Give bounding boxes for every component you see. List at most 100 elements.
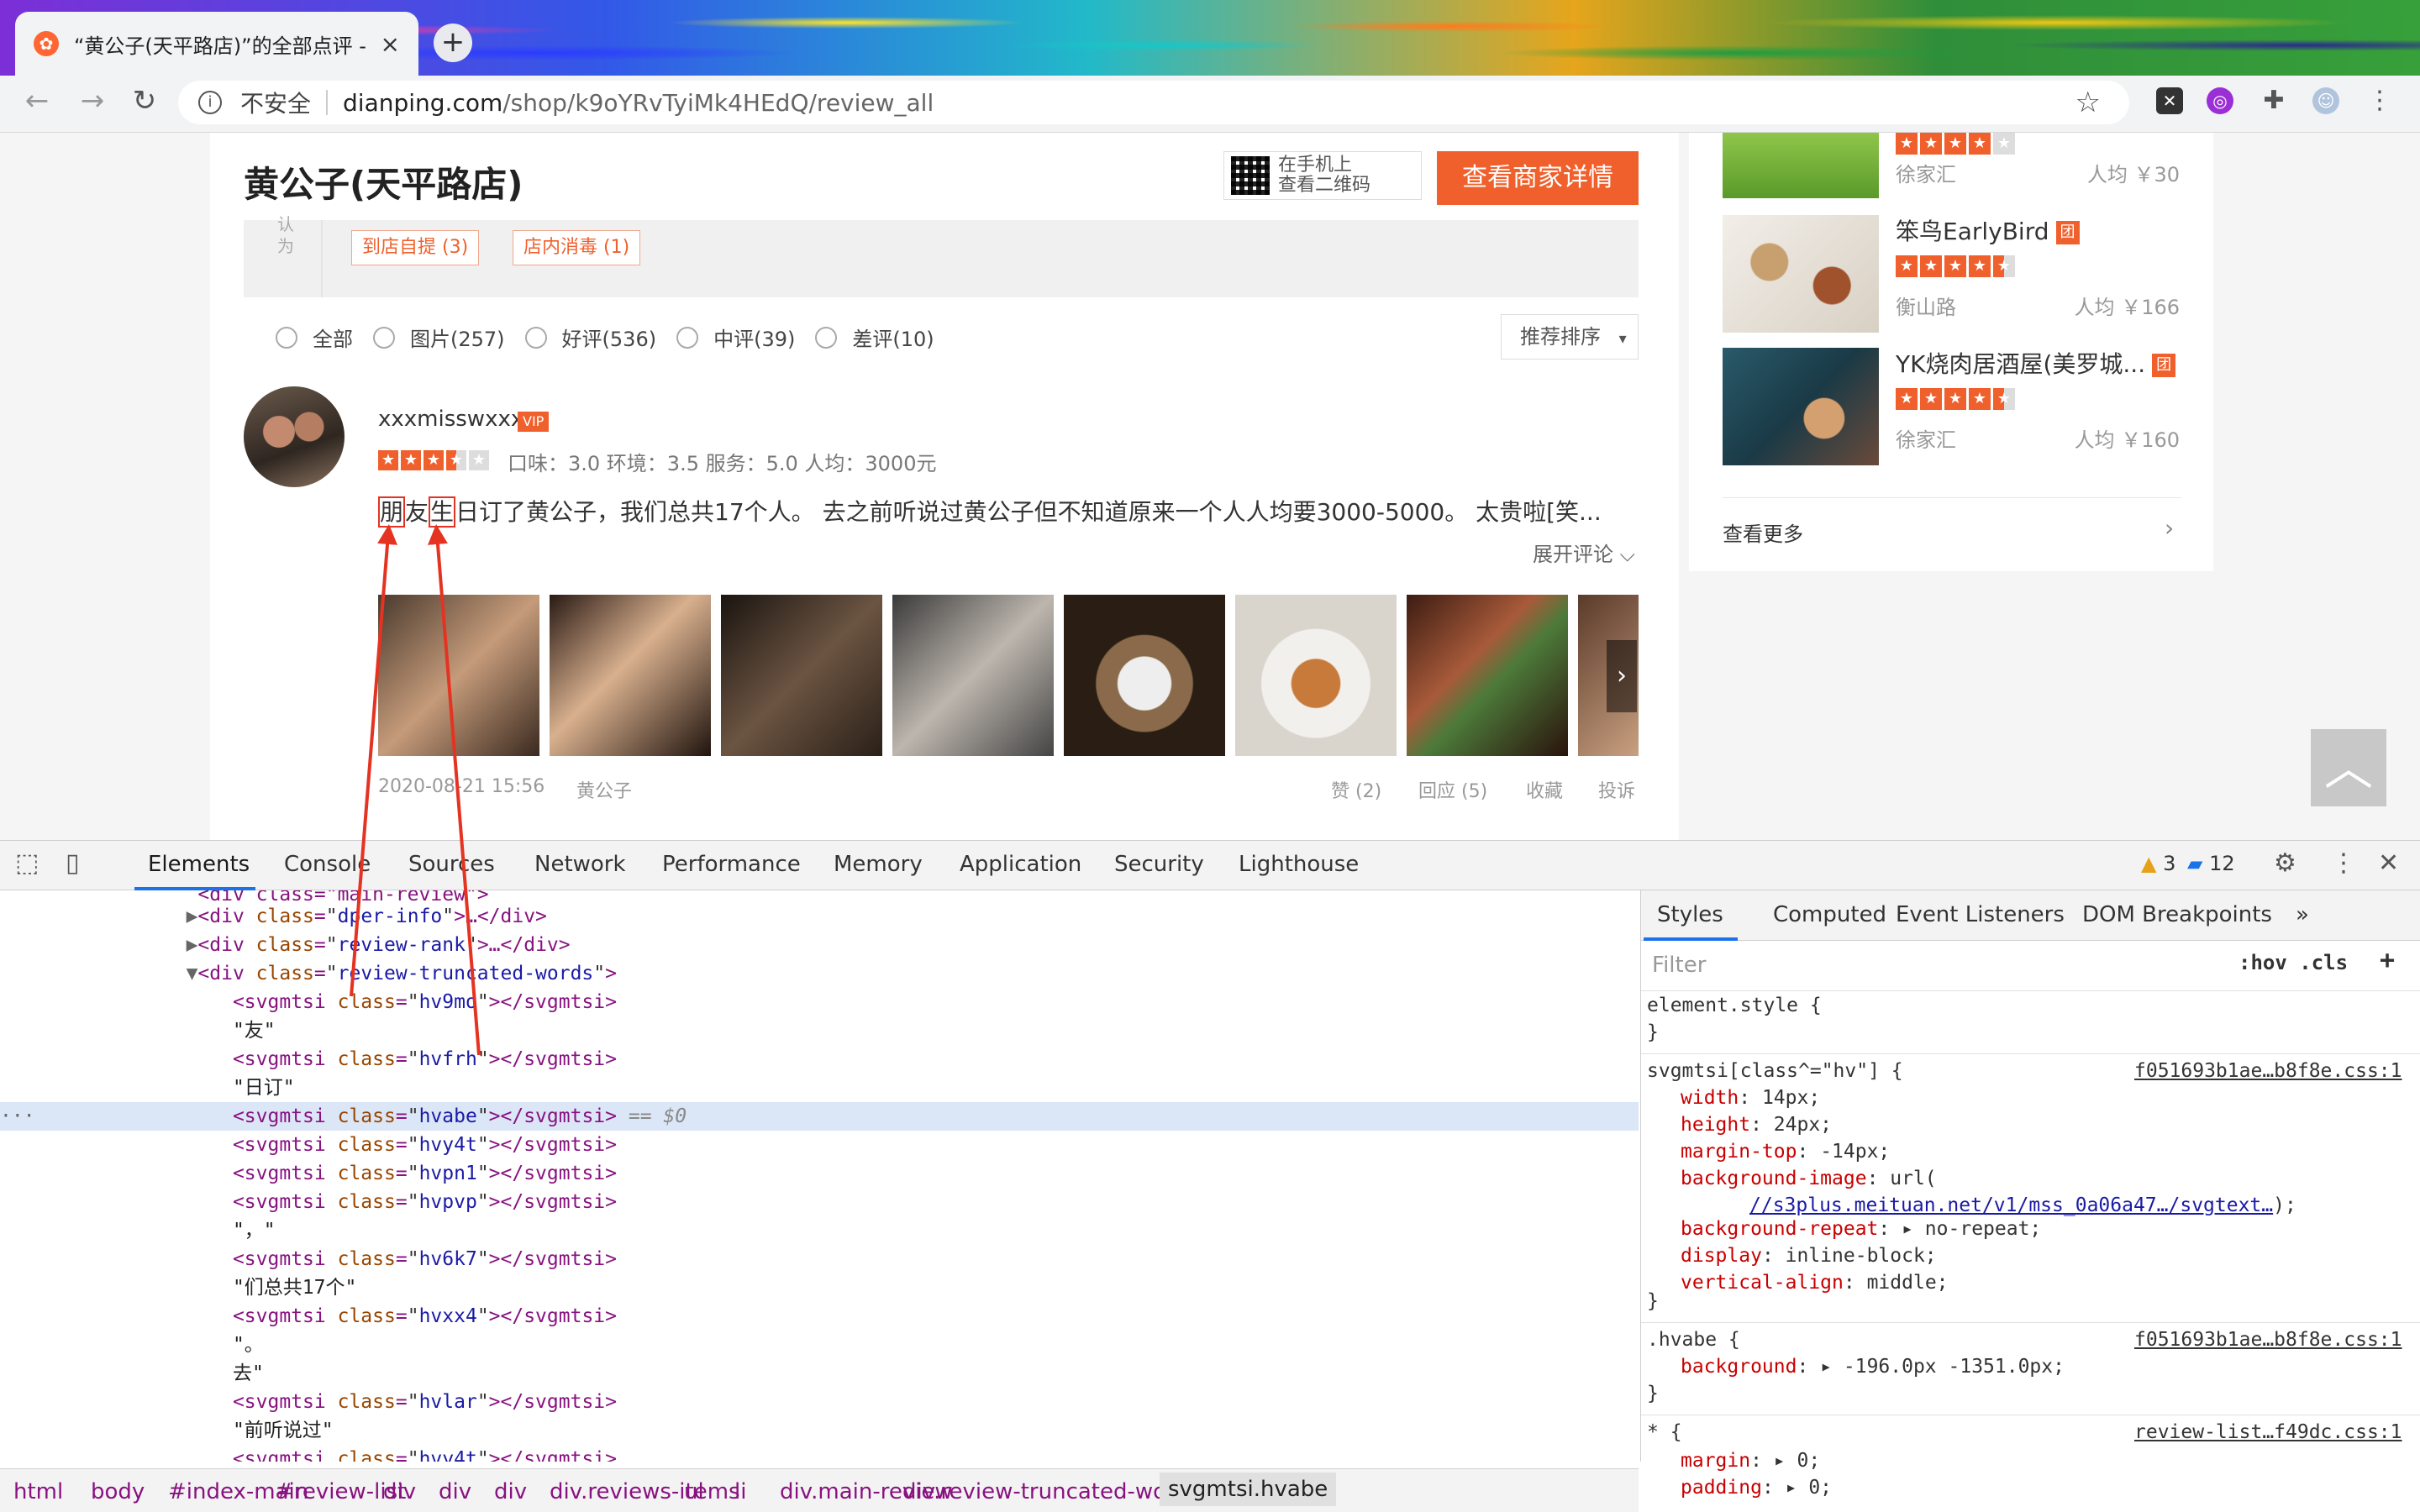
css-property[interactable]: background-repeat: ▸ no-repeat; <box>1681 1218 2041 1240</box>
rule-source-link[interactable]: f051693b1ae…b8f8e.css:1 <box>2134 1329 2402 1351</box>
tab-memory[interactable]: Memory <box>834 852 923 877</box>
filter-photos[interactable]: 图片(257) <box>373 323 505 352</box>
filter-medium[interactable]: 中评(39) <box>676 323 795 352</box>
back-icon[interactable]: ← <box>17 84 57 118</box>
svg-text-url-link[interactable]: //s3plus.meituan.net/v1/mss_0a06a47…/svg… <box>1749 1194 2273 1216</box>
tab-lighthouse[interactable]: Lighthouse <box>1239 852 1359 877</box>
issues-counter[interactable]: ▲ 3 ▰ 12 <box>2141 852 2235 875</box>
extensions-puzzle-icon[interactable]: ✚ <box>2260 87 2287 114</box>
css-property[interactable]: width: 14px; <box>1681 1087 1820 1109</box>
dom-node[interactable]: ▶<div class="review-rank">…</div> <box>0 931 1639 959</box>
next-photo-arrow-icon[interactable]: › <box>1607 640 1637 712</box>
tab-computed[interactable]: Computed <box>1773 902 1886 927</box>
shop-name[interactable]: 笨鸟EarlyBird 团 <box>1896 213 2080 247</box>
dom-node[interactable]: <svgmtsi class="hv9mo"></svgmtsi> <box>0 988 1639 1016</box>
css-property[interactable]: padding: ▸ 0; <box>1681 1477 1832 1499</box>
dom-node[interactable]: <svgmtsi class="hvy4t"></svgmtsi> <box>0 1131 1639 1159</box>
close-devtools-icon[interactable]: ✕ <box>2378 848 2399 878</box>
browser-menu-icon[interactable]: ⋮ <box>2366 87 2393 114</box>
tag-pickup[interactable]: 到店自提 (3) <box>351 230 480 265</box>
tag-disinfect[interactable]: 店内消毒 (1) <box>513 230 641 265</box>
dom-text-node[interactable]: "们总共17个" <box>0 1273 1639 1302</box>
css-property[interactable]: display: inline-block; <box>1681 1245 1937 1267</box>
elements-tree[interactable]: <div class="main-review"> ▶<div class="d… <box>0 890 1639 1462</box>
extension-circle-icon[interactable]: ◎ <box>2207 87 2233 114</box>
new-tab-button[interactable]: + <box>434 24 472 62</box>
shop-thumbnail[interactable] <box>1723 133 1879 198</box>
expand-review-link[interactable]: 展开评论 ⌵ <box>1533 538 1635 567</box>
filter-good[interactable]: 好评(536) <box>524 323 656 352</box>
like-button[interactable]: 赞 (2) <box>1331 776 1381 803</box>
dom-text-node[interactable]: "友" <box>0 1016 1639 1045</box>
device-toolbar-icon[interactable]: ▯ <box>66 848 80 878</box>
breadcrumb-item[interactable]: ul <box>684 1479 704 1504</box>
bookmark-star-icon[interactable]: ☆ <box>2075 86 2101 119</box>
review-photo[interactable] <box>1064 595 1225 756</box>
rule-source-link[interactable]: f051693b1ae…b8f8e.css:1 <box>2134 1060 2402 1082</box>
breadcrumb-item[interactable]: div.review-truncated-words <box>902 1479 1200 1504</box>
qr-code-box[interactable]: 在手机上 查看二维码 <box>1223 151 1422 200</box>
view-more-link[interactable]: 查看更多 <box>1723 517 1803 547</box>
review-photo[interactable] <box>721 595 882 756</box>
address-bar[interactable]: i 不安全 dianping.com /shop/k9oYRvTyiMk4HEd… <box>178 81 2129 124</box>
dom-node[interactable]: <svgmtsi class="hvpn1"></svgmtsi> <box>0 1159 1639 1188</box>
chevron-right-icon[interactable]: › <box>2165 514 2174 542</box>
dom-node[interactable]: <svgmtsi class="hvlar"></svgmtsi> <box>0 1388 1639 1416</box>
forward-icon[interactable]: → <box>72 84 113 118</box>
breadcrumb-item[interactable]: body <box>91 1479 145 1504</box>
hov-cls-toggles[interactable]: :hov .cls <box>2238 951 2348 974</box>
back-to-top-button[interactable]: ︿ <box>2311 729 2386 806</box>
sort-dropdown[interactable]: 推荐排序 ▾ <box>1501 314 1639 360</box>
reload-icon[interactable]: ↻ <box>124 84 165 118</box>
dom-text-node[interactable]: "日订" <box>0 1074 1639 1102</box>
review-photo[interactable] <box>892 595 1054 756</box>
dom-node[interactable]: <svgmtsi class="hvxx4"></svgmtsi> <box>0 1302 1639 1331</box>
breadcrumb-item[interactable]: div.reviews-items <box>550 1479 740 1504</box>
background-image-url[interactable]: //s3plus.meituan.net/v1/mss_0a06a47…/svg… <box>1749 1194 2296 1216</box>
dom-node[interactable]: <svgmtsi class="hvfrh"></svgmtsi> <box>0 1045 1639 1074</box>
filter-bad[interactable]: 差评(10) <box>815 323 934 352</box>
dom-node[interactable]: <svgmtsi class="hvy4t"></svgmtsi> <box>0 1445 1639 1462</box>
dom-text-node[interactable]: 去" <box>0 1359 1639 1388</box>
review-shop-ref[interactable]: 黄公子 <box>576 776 632 803</box>
dom-node[interactable]: <svgmtsi class="hv6k7"></svgmtsi> <box>0 1245 1639 1273</box>
username[interactable]: xxxmisswxxx <box>378 407 523 432</box>
dom-text-node[interactable]: "。 <box>0 1331 1639 1359</box>
rule-source-link[interactable]: review-list…f49dc.css:1 <box>2134 1421 2402 1443</box>
css-property[interactable]: vertical-align: middle; <box>1681 1272 1949 1294</box>
tab-application[interactable]: Application <box>960 852 1081 877</box>
css-property[interactable]: background: ▸ -196.0px -1351.0px; <box>1681 1356 2065 1378</box>
css-property[interactable]: margin-top: -14px; <box>1681 1141 1890 1163</box>
shop-thumbnail[interactable] <box>1723 348 1879 465</box>
view-shop-details-button[interactable]: 查看商家详情 <box>1437 151 1639 205</box>
reply-button[interactable]: 回应 (5) <box>1418 776 1487 803</box>
review-photo[interactable] <box>1235 595 1397 756</box>
css-property[interactable]: margin: ▸ 0; <box>1681 1450 1820 1472</box>
tab-performance[interactable]: Performance <box>662 852 801 877</box>
inspect-element-icon[interactable]: ⬚ <box>15 848 39 878</box>
filter-all[interactable]: 全部 <box>276 323 353 352</box>
profile-avatar-icon[interactable]: ☺ <box>2312 87 2339 114</box>
tab-sources[interactable]: Sources <box>408 852 495 877</box>
css-property[interactable]: height: 24px; <box>1681 1114 1832 1136</box>
tab-security[interactable]: Security <box>1114 852 1204 877</box>
breadcrumb-item[interactable]: div <box>494 1479 527 1504</box>
breadcrumb-item[interactable]: svgmtsi.hvabe <box>1160 1473 1337 1506</box>
dom-text-node[interactable]: "前听说过" <box>0 1416 1639 1445</box>
extension-x-icon[interactable]: ✕ <box>2156 87 2183 114</box>
tab-event-listeners[interactable]: Event Listeners <box>1896 902 2065 927</box>
css-property[interactable]: background-image: url( <box>1681 1168 1937 1189</box>
browser-tab[interactable]: ✿ “黄公子(天平路店)”的全部点评 - × <box>15 12 418 76</box>
tab-elements[interactable]: Elements <box>148 852 250 877</box>
review-photo[interactable] <box>1407 595 1568 756</box>
tab-console[interactable]: Console <box>284 852 371 877</box>
tab-dom-breakpoints[interactable]: DOM Breakpoints <box>2082 902 2272 927</box>
breadcrumb-item[interactable]: div <box>439 1479 471 1504</box>
avatar[interactable] <box>244 386 345 487</box>
add-rule-icon[interactable]: + <box>2380 946 2395 975</box>
more-tabs-icon[interactable]: » <box>2296 902 2309 927</box>
review-photo[interactable] <box>378 595 539 756</box>
more-options-icon[interactable]: ⋮ <box>2331 848 2356 878</box>
report-button[interactable]: 投诉 <box>1598 776 1635 803</box>
close-tab-icon[interactable]: × <box>381 30 400 58</box>
